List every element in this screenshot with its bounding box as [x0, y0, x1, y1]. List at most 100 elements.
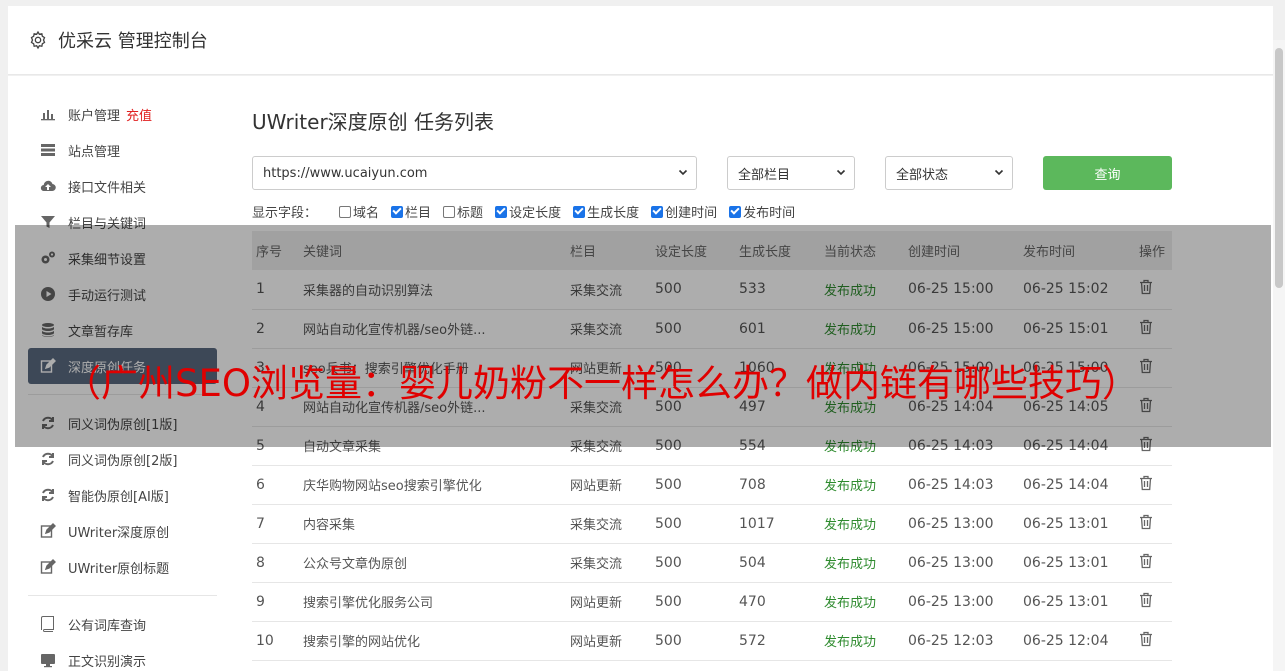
- sidebar-item-interface-files[interactable]: 接口文件相关: [28, 168, 217, 204]
- table-cell-actions: [1135, 465, 1172, 505]
- sidebar-item-label: 同义词伪原创[2版]: [68, 453, 178, 469]
- table-cell: 06-25 13:01: [1019, 543, 1135, 583]
- table-cell: 公众号文章伪原创: [299, 543, 566, 583]
- checkbox[interactable]: [729, 205, 742, 218]
- checkbox[interactable]: [391, 205, 404, 218]
- query-button[interactable]: 查询: [1043, 156, 1172, 190]
- checkbox-label: 发布时间: [743, 206, 796, 221]
- field-checkbox-set-length[interactable]: 设定长度: [495, 202, 561, 221]
- table-cell: 9: [252, 582, 299, 622]
- sidebar-divider: [28, 595, 217, 596]
- table-cell: 06-25 13:01: [1019, 504, 1135, 544]
- field-checkbox-created[interactable]: 创建时间: [651, 202, 717, 221]
- trash-icon[interactable]: [1139, 514, 1153, 530]
- table-cell: 500: [651, 504, 735, 544]
- checkbox[interactable]: [339, 205, 352, 218]
- table-cell: 06-25 14:04: [1019, 465, 1135, 505]
- field-checkbox-published[interactable]: 发布时间: [729, 202, 795, 221]
- table-cell: 搜索引擎的网站优化: [299, 621, 566, 661]
- sidebar-item-label: 正文识别演示: [68, 654, 147, 670]
- table-cell-actions: [1135, 582, 1172, 622]
- column-select[interactable]: 全部栏目: [727, 156, 855, 190]
- sidebar-item-label: UWriter深度原创: [68, 525, 170, 541]
- table-cell: 504: [735, 543, 820, 583]
- field-checkbox-gen-length[interactable]: 生成长度: [573, 202, 639, 221]
- table-cell: 470: [735, 582, 820, 622]
- site-select-value: https://www.ucaiyun.com: [263, 165, 428, 181]
- refresh-icon: [38, 451, 58, 467]
- scrollbar-thumb[interactable]: [1275, 48, 1283, 288]
- table-row: 7 内容采集 采集交流 500 1017 发布成功 06-25 13:00 06-25 13:…: [252, 504, 1172, 544]
- sidebar-item-uwriter-deep[interactable]: UWriter深度原创: [28, 513, 217, 549]
- table-row: 9 搜索引擎优化服务公司 网站更新 500 470 发布成功 06-25 13:00 06-2…: [252, 582, 1172, 622]
- trash-icon[interactable]: [1139, 553, 1153, 569]
- sidebar-item-sites[interactable]: 站点管理: [28, 132, 217, 168]
- table-cell: 网站更新: [566, 465, 651, 505]
- fields-label: 显示字段：: [252, 206, 318, 221]
- field-checkbox-title[interactable]: 标题: [443, 202, 483, 221]
- sidebar-item-text-recognition[interactable]: 正文识别演示: [28, 642, 217, 671]
- trash-icon[interactable]: [1139, 631, 1153, 647]
- table-cell: 06-25 12:04: [1019, 621, 1135, 661]
- table-cell: 采集交流: [566, 543, 651, 583]
- recharge-link[interactable]: 充值: [126, 105, 152, 124]
- checkbox[interactable]: [495, 205, 508, 218]
- table-cell: 网站更新: [566, 621, 651, 661]
- table-cell: 500: [651, 621, 735, 661]
- overlay-text: （广州SEO浏览量：婴儿奶粉不一样怎么办？做内链有哪些技巧）: [64, 362, 1139, 405]
- trash-icon[interactable]: [1139, 475, 1153, 491]
- field-toggles: 显示字段： 域名 栏目 标题 设定长度 生成长度 创建时间 发布时间: [252, 202, 807, 221]
- sidebar-item-label: 智能伪原创[AI版]: [68, 489, 169, 505]
- field-checkbox-domain[interactable]: 域名: [339, 202, 379, 221]
- table-cell: 06-25 14:03: [904, 465, 1019, 505]
- checkbox[interactable]: [573, 205, 586, 218]
- checkbox-label: 标题: [457, 206, 484, 221]
- checkbox[interactable]: [443, 205, 456, 218]
- table-cell: 采集交流: [566, 504, 651, 544]
- sidebar-item-ai-pseudo-original[interactable]: 智能伪原创[AI版]: [28, 477, 217, 513]
- sidebar-item-label: 接口文件相关: [68, 180, 147, 196]
- site-select[interactable]: https://www.ucaiyun.com: [252, 156, 697, 190]
- sidebar-item-uwriter-title[interactable]: UWriter原创标题: [28, 549, 217, 585]
- filter-bar: https://www.ucaiyun.com 全部栏目 全部状态 查询: [252, 156, 1182, 190]
- sidebar-item-account[interactable]: 账户管理 充值: [28, 96, 217, 132]
- checkbox[interactable]: [651, 205, 664, 218]
- app-header: 优采云 管理控制台: [8, 6, 1273, 75]
- column-select-value: 全部栏目: [738, 167, 791, 183]
- sidebar-item-label: 账户管理: [68, 108, 121, 124]
- checkbox-label: 生成长度: [587, 206, 640, 221]
- sidebar-item-label: UWriter原创标题: [68, 561, 170, 577]
- trash-icon[interactable]: [1139, 592, 1153, 608]
- table-row: 10 搜索引擎的网站优化 网站更新 500 572 发布成功 06-25 12:03 06-2…: [252, 621, 1172, 661]
- chevron-down-icon: [994, 169, 1004, 176]
- field-checkbox-column[interactable]: 栏目: [391, 202, 431, 221]
- table-cell-actions: [1135, 504, 1172, 544]
- page-title: UWriter深度原创 任务列表: [252, 110, 495, 134]
- table-cell: 572: [735, 621, 820, 661]
- table-cell: 发布成功: [820, 582, 904, 622]
- table-cell: 10: [252, 621, 299, 661]
- table-cell: 500: [651, 465, 735, 505]
- table-cell: 发布成功: [820, 504, 904, 544]
- table-cell: 庆华购物网站seo搜索引擎优化: [299, 465, 566, 505]
- overlay-banner: [15, 225, 1271, 447]
- sidebar-item-public-lexicon[interactable]: 公有词库查询: [28, 606, 217, 642]
- status-select-value: 全部状态: [896, 167, 949, 183]
- checkbox-label: 栏目: [405, 206, 432, 221]
- gear-icon: [30, 30, 46, 50]
- chevron-down-icon: [678, 169, 688, 176]
- table-cell-actions: [1135, 543, 1172, 583]
- checkbox-label: 创建时间: [665, 206, 718, 221]
- table-cell: 网站更新: [566, 582, 651, 622]
- table-cell: 500: [651, 582, 735, 622]
- edit-icon: [38, 559, 58, 575]
- scrollbar[interactable]: [1273, 40, 1285, 671]
- table-cell: 06-25 13:00: [904, 504, 1019, 544]
- status-select[interactable]: 全部状态: [885, 156, 1013, 190]
- server-icon: [38, 142, 58, 158]
- table-cell: 500: [651, 543, 735, 583]
- cloud-upload-icon: [38, 178, 58, 194]
- table-cell: 内容采集: [299, 504, 566, 544]
- table-cell: 06-25 12:03: [904, 621, 1019, 661]
- table-cell: 搜索引擎优化服务公司: [299, 582, 566, 622]
